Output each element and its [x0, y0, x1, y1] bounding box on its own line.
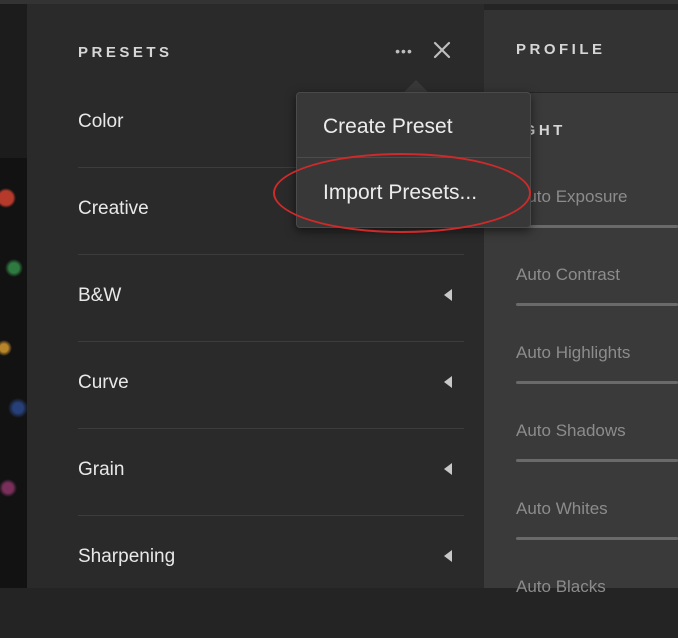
preset-group-label: Creative [78, 198, 149, 219]
auto-button-label: Auto Whites [516, 499, 608, 518]
dropdown-pointer [404, 80, 428, 92]
expand-caret-icon [444, 376, 452, 388]
slider-track[interactable] [516, 225, 678, 228]
auto-adjust-list: Auto Exposure Auto Contrast Auto Highlig… [516, 170, 678, 638]
preset-group-label: B&W [78, 285, 122, 306]
slider-track[interactable] [516, 381, 678, 384]
slider-track[interactable] [516, 459, 678, 462]
slider-track[interactable] [516, 303, 678, 306]
photo-preview-edge [0, 158, 27, 588]
expand-caret-icon [444, 463, 452, 475]
slider-track[interactable] [516, 537, 678, 540]
photo-edge-top [0, 4, 27, 158]
auto-shadows-button[interactable]: Auto Shadows [516, 404, 678, 482]
auto-highlights-button[interactable]: Auto Highlights [516, 326, 678, 404]
close-icon[interactable] [431, 39, 453, 61]
preset-group-label: Sharpening [78, 546, 176, 567]
auto-button-label: Auto Shadows [516, 421, 626, 440]
auto-blacks-button[interactable]: Auto Blacks [516, 560, 678, 638]
expand-caret-icon [444, 289, 452, 301]
auto-contrast-button[interactable]: Auto Contrast [516, 248, 678, 326]
auto-exposure-button[interactable]: Auto Exposure [516, 170, 678, 248]
preset-group-label: Color [78, 111, 124, 132]
auto-whites-button[interactable]: Auto Whites [516, 482, 678, 560]
more-options-icon[interactable]: ••• [389, 41, 419, 61]
preset-group-bw[interactable]: B&W [78, 255, 464, 342]
menu-item-label: Create Preset [323, 115, 453, 138]
expand-caret-icon [444, 550, 452, 562]
menu-item-label: Import Presets... [323, 181, 478, 204]
presets-title: PRESETS [78, 44, 173, 61]
preset-group-curve[interactable]: Curve [78, 342, 464, 429]
presets-options-menu: Create Preset Import Presets... [296, 92, 531, 228]
preset-group-sharpening[interactable]: Sharpening [78, 516, 464, 602]
profile-header[interactable]: PROFILE [484, 10, 678, 93]
auto-button-label: Auto Blacks [516, 577, 606, 596]
auto-button-label: Auto Highlights [516, 343, 631, 362]
preset-group-label: Curve [78, 372, 129, 393]
preset-group-grain[interactable]: Grain [78, 429, 464, 516]
auto-button-label: Auto Exposure [516, 187, 628, 206]
profile-title: PROFILE [516, 41, 606, 58]
preset-group-label: Grain [78, 459, 125, 480]
import-presets-menu-item[interactable]: Import Presets... [297, 158, 530, 222]
create-preset-menu-item[interactable]: Create Preset [297, 93, 530, 157]
auto-button-label: Auto Contrast [516, 265, 620, 284]
